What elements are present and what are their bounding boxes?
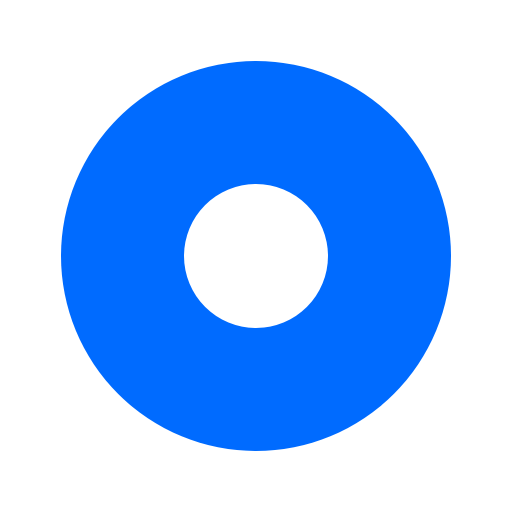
ring-hole (184, 184, 328, 328)
icon-canvas (0, 0, 512, 512)
ring-icon (0, 0, 512, 512)
